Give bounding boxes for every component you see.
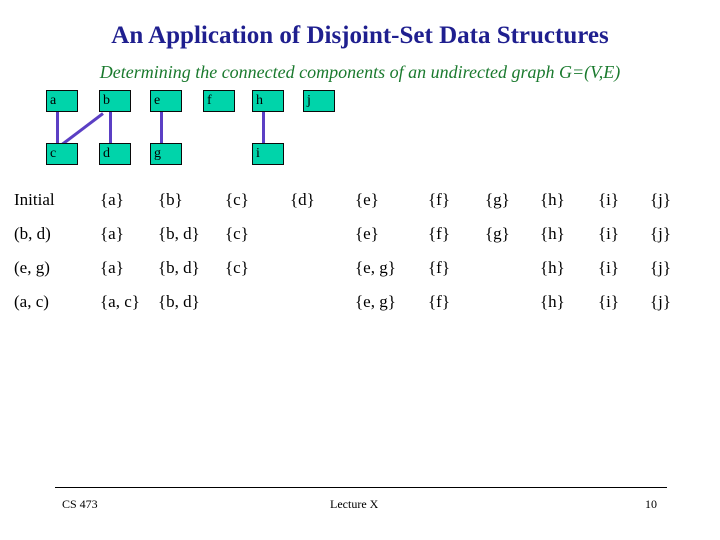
table-cell: {e, g} [355,292,396,311]
table-cell: {h} [540,224,565,243]
graph-node-label-h: h [256,93,263,108]
graph-edge-b-d [109,112,112,143]
table-cell: {h} [540,190,565,209]
graph-edge-b-c [61,112,104,146]
page-subtitle: Determining the connected components of … [99,62,621,82]
table-cell: {b} [158,190,183,209]
table-cell: {b, d} [158,224,200,243]
graph-node-label-j: j [307,93,311,108]
table-cell: {a, c} [100,292,140,311]
table-cell: {c} [225,258,249,277]
graph-node-label-a: a [50,93,57,108]
graph-edge-a-c [56,112,59,143]
graph-node-label-c: c [50,146,57,161]
graph-node-label-e: e [154,93,161,108]
table-cell: {a} [100,258,124,277]
table-cell: {e, g} [355,258,396,277]
table-cell: {d} [290,190,315,209]
table-cell: {i} [598,292,620,311]
table-cell: {a} [100,190,124,209]
table-cell: {j} [650,292,672,311]
table-row-label: Initial [14,190,55,209]
table-cell: {h} [540,292,565,311]
table-row-label: (e, g) [14,258,50,277]
graph-node-label-d: d [103,146,110,161]
table-cell: {e} [355,190,379,209]
footer-divider [55,487,667,488]
footer-lecture: Lecture X [330,497,379,511]
table-cell: {a} [100,224,124,243]
table-cell: {g} [485,224,510,243]
table-cell: {c} [225,190,249,209]
table-cell: {i} [598,224,620,243]
table-cell: {e} [355,224,379,243]
table-cell: {f} [428,258,450,277]
table-cell: {j} [650,224,672,243]
graph-node-label-f: f [207,93,212,108]
table-cell: {j} [650,190,672,209]
graph-diagram: a b e f h j c d g i [0,86,720,186]
table-cell: {b, d} [158,292,200,311]
table-cell: {f} [428,190,450,209]
footer-page-number: 10 [645,497,657,511]
table-cell: {j} [650,258,672,277]
graph-edge-h-i [262,112,265,143]
graph-node-label-b: b [103,93,110,108]
table-cell: {h} [540,258,565,277]
table-cell: {f} [428,292,450,311]
table-cell: {f} [428,224,450,243]
table-cell: {i} [598,258,620,277]
table-row-label: (a, c) [14,292,49,311]
table-cell: {c} [225,224,249,243]
table-cell: {g} [485,190,510,209]
table-cell: {b, d} [158,258,200,277]
union-find-trace-table: Initial {a} {b} {c} {d} {e} {f} {g} {h} {i} {j} (b,… [0,190,720,340]
table-cell: {i} [598,190,620,209]
graph-node-label-i: i [256,146,260,161]
footer-course: CS 473 [62,497,98,511]
table-row-label: (b, d) [14,224,51,243]
graph-edge-e-g [160,112,163,143]
graph-node-label-g: g [154,146,161,161]
page-title: An Application of Disjoint-Set Data Stru… [111,22,609,49]
slide: An Application of Disjoint-Set Data Stru… [0,0,720,540]
